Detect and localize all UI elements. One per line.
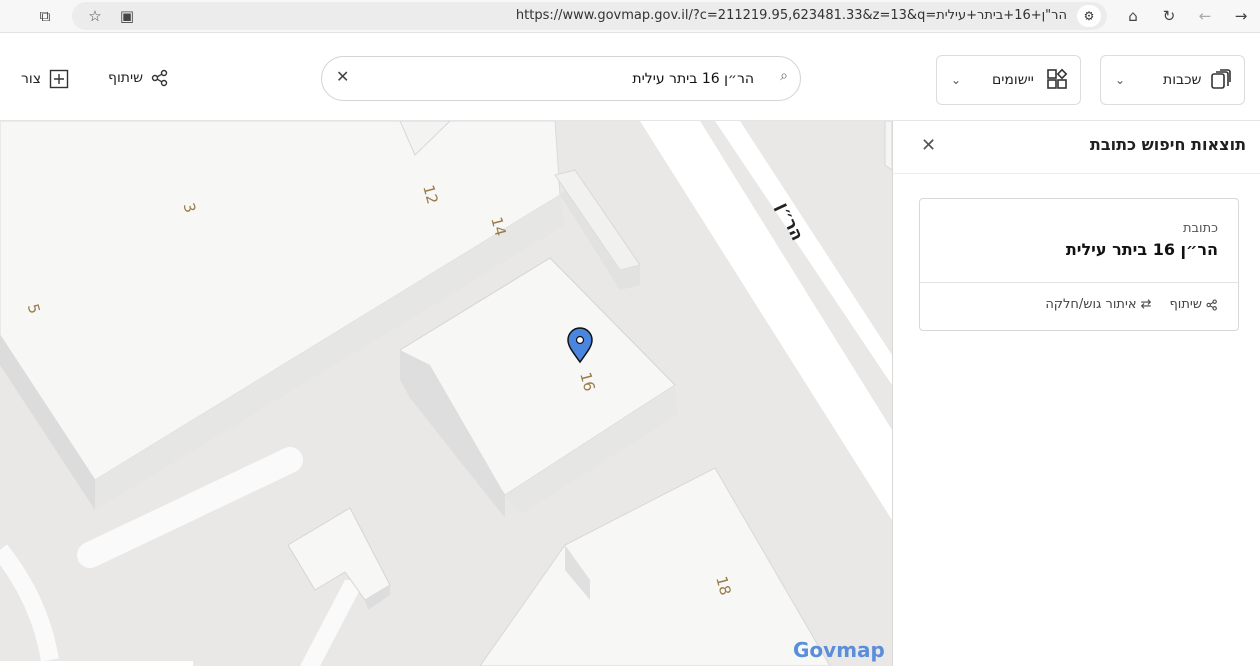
layers-label: שכבות [1163,72,1202,88]
back-icon[interactable]: ← [1194,5,1216,27]
map-canvas[interactable]: 3 5 12 14 16 18 הר״ן Govmap [0,121,892,666]
footpath [0,544,59,662]
close-icon[interactable]: ✕ [921,135,936,156]
search-icon[interactable]: ⌕ [780,68,788,84]
search-input[interactable] [362,67,754,91]
draw-label: צור [21,71,42,87]
home-icon[interactable]: ⌂ [1122,5,1144,27]
chevron-down-icon: ⌄ [1115,73,1126,87]
panel-title: תוצאות חיפוש כתובת [1089,135,1246,154]
map-drawing: 3 5 12 14 16 18 הר״ן [0,121,892,666]
share-button[interactable]: שיתוף [108,69,169,87]
swap-icon: ⇄ [1140,297,1152,312]
divider [893,173,1260,174]
extensions-icon[interactable]: ⧉ [34,5,56,27]
reader-mode-icon[interactable]: ▣ [116,5,138,27]
draw-button[interactable]: צור [21,69,69,89]
address-bar[interactable]: ☆ ▣ https://www.govmap.gov.il/?c=211219.… [72,2,1107,30]
site-settings-icon[interactable]: ⚙ [1077,5,1101,27]
address-value: הר״ן 16 ביתר עילית [1065,240,1218,259]
share-icon [1206,298,1217,311]
layers-button[interactable]: ⌄ שכבות [1100,55,1245,105]
chevron-down-icon: ⌄ [951,73,962,87]
card-actions: ⇄ איתור גוש/חלקה שיתוף [1045,297,1218,312]
divider [920,282,1238,283]
share-icon [151,69,168,87]
building [884,121,892,171]
footpath [300,580,365,666]
forward-icon[interactable]: → [1230,5,1252,27]
apps-label: יישומים [992,72,1034,88]
apps-button[interactable]: ⌄ יישומים [936,55,1081,105]
locate-parcel-label: איתור גוש/חלקה [1045,297,1137,312]
search-results-panel: תוצאות חיפוש כתובת ✕ כתובת הר״ן 16 ביתר … [892,121,1260,666]
building [287,507,391,601]
search-box: ✕ ⌕ [321,56,801,101]
apps-icon [1047,68,1068,89]
add-shape-icon [49,69,69,89]
browser-toolbar: ⧉ ☆ ▣ https://www.govmap.gov.il/?c=21121… [0,0,1260,33]
scale-bar [0,661,193,666]
govmap-logo: Govmap [793,638,885,662]
locate-parcel-button[interactable]: ⇄ איתור גוש/חלקה [1045,297,1151,312]
url-text: https://www.govmap.gov.il/?c=211219.95,6… [515,8,1067,23]
share-label: שיתוף [108,70,144,86]
app-header: ⌄ שכבות ⌄ יישומים ✕ ⌕ שיתוף צור [0,33,1260,121]
favorite-icon[interactable]: ☆ [84,5,106,27]
card-share-label: שיתוף [1169,297,1202,312]
layers-icon [1211,69,1231,89]
refresh-icon[interactable]: ↻ [1158,5,1180,27]
address-label: כתובת [1182,221,1218,236]
building [554,169,641,271]
address-result-card[interactable]: כתובת הר״ן 16 ביתר עילית ⇄ איתור גוש/חלק… [919,198,1239,331]
card-share-button[interactable]: שיתוף [1169,297,1218,312]
clear-search-icon[interactable]: ✕ [336,67,349,86]
